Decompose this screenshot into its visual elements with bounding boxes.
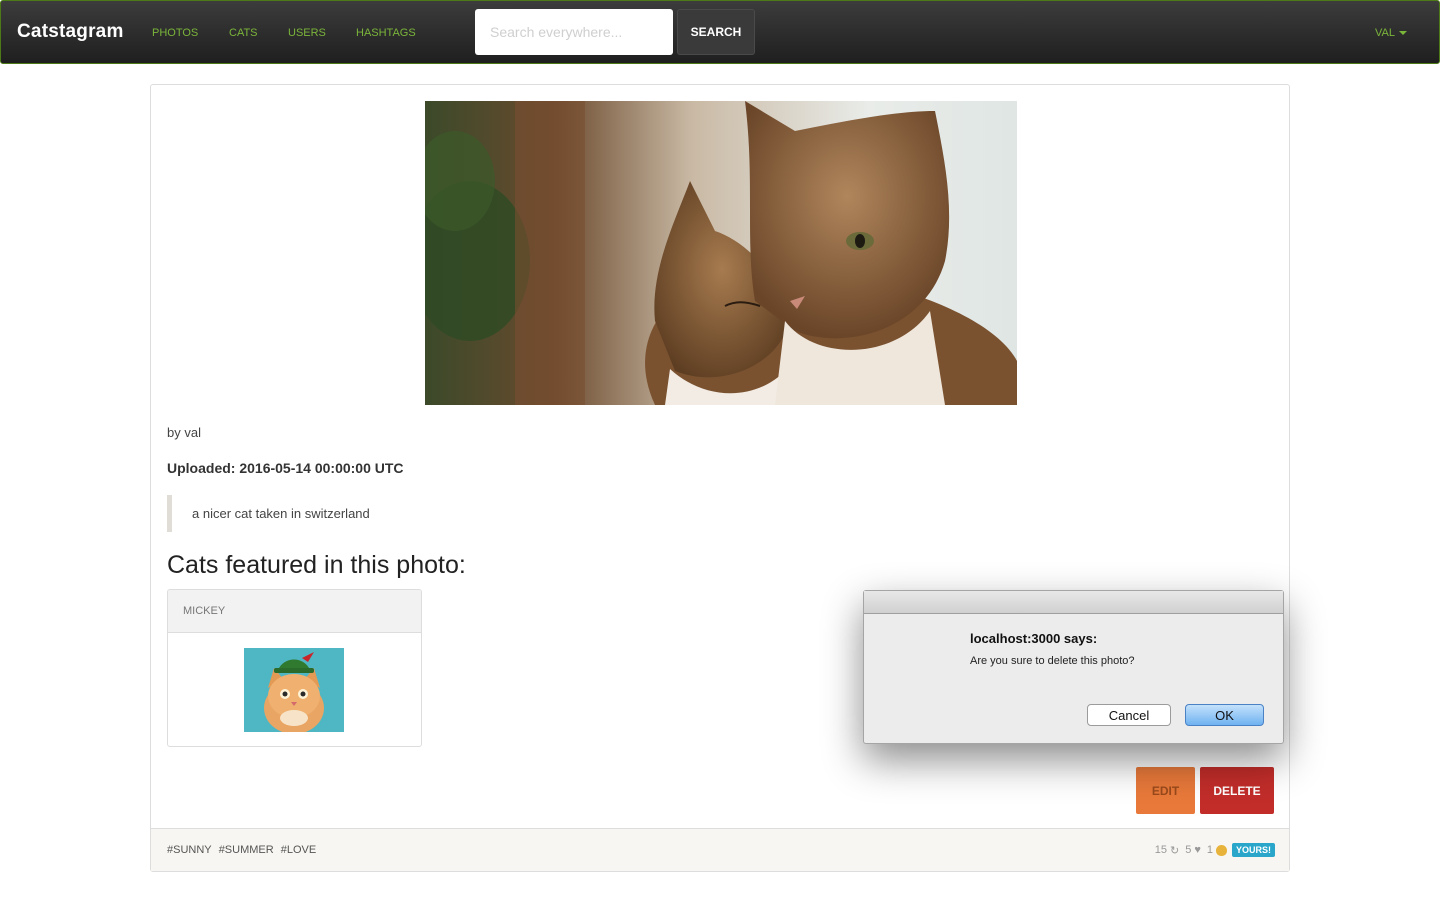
- photo-stats: 15 ↻ 5 ♥ 1 YOURS!: [1155, 843, 1275, 857]
- dialog-titlebar[interactable]: [864, 591, 1283, 614]
- edit-button[interactable]: EDIT: [1136, 767, 1195, 814]
- delete-button[interactable]: DELETE: [1200, 767, 1274, 814]
- photo-caption: a nicer cat taken in switzerland: [167, 495, 567, 532]
- photo-panel: by val Uploaded: 2016-05-14 00:00:00 UTC…: [150, 84, 1290, 872]
- user-menu-label: VAL: [1375, 27, 1395, 39]
- view-count: 15: [1154, 844, 1167, 856]
- cancel-button[interactable]: Cancel: [1087, 704, 1171, 726]
- repost-icon: ↻: [1169, 844, 1180, 857]
- heart-icon[interactable]: ♥: [1194, 844, 1201, 856]
- search-button[interactable]: SEARCH: [677, 9, 755, 55]
- caret-down-icon: [1398, 31, 1407, 36]
- panel-footer: #SUNNY #SUMMER #LOVE 15 ↻ 5 ♥ 1 YOURS!: [151, 828, 1289, 871]
- cat-face-icon: [1215, 844, 1227, 856]
- photo-byline: by val: [167, 425, 201, 440]
- ok-button[interactable]: OK: [1185, 704, 1264, 726]
- hashtag-link[interactable]: #SUNNY: [167, 844, 212, 856]
- nav-users[interactable]: USERS: [288, 27, 326, 39]
- hashtag-link[interactable]: #LOVE: [281, 844, 316, 856]
- like-count: 1: [1206, 844, 1213, 856]
- hashtag-link[interactable]: #SUMMER: [219, 844, 274, 856]
- dialog-message: Are you sure to delete this photo?: [970, 655, 1135, 667]
- cat-name: MICKEY: [168, 590, 421, 633]
- nav-photos[interactable]: PHOTOS: [152, 27, 198, 39]
- user-menu[interactable]: VAL: [1375, 27, 1407, 39]
- cats-featured-heading: Cats featured in this photo:: [167, 551, 466, 579]
- hashtag-list: #SUNNY #SUMMER #LOVE: [167, 844, 320, 856]
- cat-thumbnail[interactable]: [244, 648, 344, 734]
- top-navbar: Catstagram PHOTOS CATS USERS HASHTAGS SE…: [0, 0, 1440, 64]
- dialog-title: localhost:3000 says:: [970, 631, 1098, 646]
- caption-text: a nicer cat taken in switzerland: [192, 506, 370, 521]
- upload-date: Uploaded: 2016-05-14 00:00:00 UTC: [167, 460, 404, 476]
- repost-count: 5: [1185, 844, 1192, 856]
- confirm-dialog: localhost:3000 says: Are you sure to del…: [863, 590, 1284, 744]
- brand-logo[interactable]: Catstagram: [17, 21, 124, 43]
- nav-cats[interactable]: CATS: [229, 27, 258, 39]
- photo-image: [425, 101, 1017, 405]
- featured-cat-card[interactable]: MICKEY: [167, 589, 422, 747]
- nav-hashtags[interactable]: HASHTAGS: [356, 27, 416, 39]
- ownership-badge: YOURS!: [1231, 843, 1275, 857]
- search-input[interactable]: [475, 9, 673, 55]
